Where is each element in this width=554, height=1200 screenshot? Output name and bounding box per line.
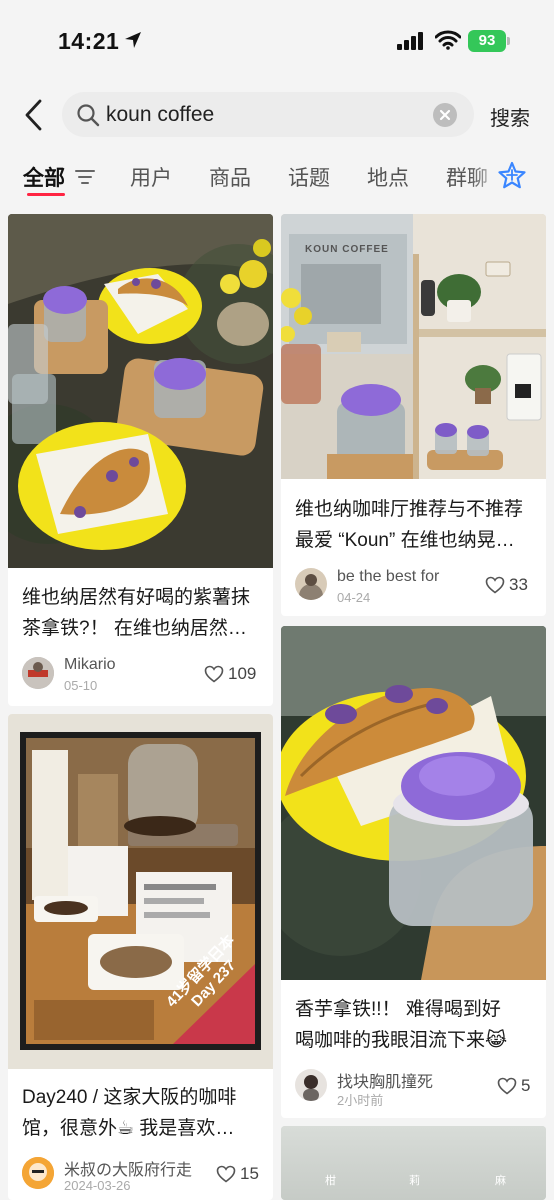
tab-places[interactable]: 地点 xyxy=(367,162,409,192)
avatar[interactable] xyxy=(295,1069,327,1101)
post-title-line: Day240 / 这家大阪的咖啡 xyxy=(22,1087,237,1108)
tab-users[interactable]: 用户 xyxy=(130,162,172,192)
post-card[interactable]: 柑 莉 麻 xyxy=(281,1126,546,1200)
post-title: Day240 / 这家大阪的咖啡 馆，很意外☕ 我是喜欢… xyxy=(22,1082,267,1144)
heart-outline-icon xyxy=(485,576,505,594)
post-date: 04-24 xyxy=(337,590,371,605)
post-title-line: 茶拿铁?！ 在维也纳居然… xyxy=(22,618,247,639)
like-count: 5 xyxy=(521,1076,531,1095)
heart-outline-icon xyxy=(497,1077,517,1095)
like-button[interactable]: 5 xyxy=(497,1076,530,1096)
post-title-line: 馆，很意外☕ 我是喜欢… xyxy=(22,1118,235,1139)
heart-outline-icon xyxy=(216,1165,236,1183)
search-bar[interactable] xyxy=(62,92,474,137)
category-tabs: 全部 用户 商品 话题 地点 群聊 xyxy=(0,150,554,202)
post-title-line: 维也纳居然有好喝的紫薯抹 xyxy=(22,587,251,608)
location-arrow-icon xyxy=(125,32,141,48)
post-image xyxy=(8,214,273,568)
avatar[interactable] xyxy=(295,568,327,600)
chevron-left-icon[interactable] xyxy=(22,98,46,132)
post-image: 41岁留学日本 Day 237 xyxy=(8,714,273,1069)
post-image: 柑 莉 麻 xyxy=(281,1126,546,1200)
vertical-text: 莉 xyxy=(409,1175,420,1187)
avatar[interactable] xyxy=(22,1157,54,1189)
battery-indicator: 93 xyxy=(468,30,506,52)
search-icon xyxy=(77,104,100,127)
wifi-icon xyxy=(435,30,461,50)
post-date: 2024-03-26 xyxy=(64,1178,131,1193)
tab-topics[interactable]: 话题 xyxy=(288,162,330,192)
heart-outline-icon xyxy=(204,665,224,683)
post-title-line: 维也纳咖啡厅推荐与不推荐 xyxy=(295,499,524,520)
vertical-text: 麻 xyxy=(495,1175,506,1187)
author-name[interactable]: 找块胸肌撞死 xyxy=(337,1068,433,1092)
search-results-screen: 14:21 93 搜索 全部 用户 商品 话题 地点 群聊 xyxy=(0,0,554,1200)
post-title: 维也纳居然有好喝的紫薯抹 茶拿铁?！ 在维也纳居然… xyxy=(22,582,267,644)
post-date: 05-10 xyxy=(64,678,98,693)
post-title-line: 最爱 “Koun” 在维也纳晃… xyxy=(295,530,515,551)
status-bar: 14:21 93 xyxy=(0,0,554,84)
tab-products[interactable]: 商品 xyxy=(209,162,251,192)
like-button[interactable]: 109 xyxy=(204,664,256,684)
post-title-line: 香芋拿铁!!！ 难得喝到好 xyxy=(295,999,501,1020)
search-button[interactable]: 搜索 xyxy=(490,102,530,131)
vertical-text: 柑 xyxy=(325,1175,336,1187)
store-sign: KOUN COFFEE xyxy=(305,244,389,255)
post-title-line: 喝咖啡的我眼泪流下来😹 xyxy=(295,1030,508,1051)
status-time: 14:21 xyxy=(58,28,120,54)
post-card[interactable]: 41岁留学日本 Day 237 Day240 / 这家大阪的咖啡 馆，很意外☕ … xyxy=(8,714,273,1200)
filter-icon[interactable] xyxy=(74,168,96,186)
author-name[interactable]: be the best for xyxy=(337,568,439,586)
like-button[interactable]: 33 xyxy=(485,575,528,595)
post-title: 香芋拿铁!!！ 难得喝到好 喝咖啡的我眼泪流下来😹 xyxy=(295,994,540,1056)
search-input[interactable] xyxy=(106,92,436,137)
post-card[interactable]: 维也纳居然有好喝的紫薯抹 茶拿铁?！ 在维也纳居然… Mikario 05-10… xyxy=(8,214,273,706)
battery-level: 93 xyxy=(478,32,496,49)
tab-all[interactable]: 全部 xyxy=(23,162,65,192)
like-count: 109 xyxy=(228,664,257,683)
post-card[interactable]: KOUN COFFEE 维也纳咖啡厅推荐与不推荐 最爱 “Koun” 在维也纳晃… xyxy=(281,214,546,616)
post-title: 维也纳咖啡厅推荐与不推荐 最爱 “Koun” 在维也纳晃… xyxy=(295,494,540,556)
like-count: 15 xyxy=(240,1164,259,1183)
clear-icon[interactable] xyxy=(433,103,457,127)
active-tab-indicator xyxy=(27,193,65,196)
battery-tip xyxy=(507,37,510,45)
post-card[interactable]: 香芋拿铁!!！ 难得喝到好 喝咖啡的我眼泪流下来😹 找块胸肌撞死 2小时前 5 xyxy=(281,626,546,1118)
sparkle-star-icon[interactable] xyxy=(496,160,528,192)
post-image: KOUN COFFEE xyxy=(281,214,546,479)
like-count: 33 xyxy=(509,575,528,594)
post-date: 2小时前 xyxy=(337,1093,384,1108)
like-button[interactable]: 15 xyxy=(216,1164,259,1184)
author-name[interactable]: 米叔の大阪府行走 xyxy=(64,1156,192,1180)
post-image xyxy=(281,626,546,980)
author-name[interactable]: Mikario xyxy=(64,656,116,674)
cellular-signal-icon xyxy=(397,32,423,50)
avatar[interactable] xyxy=(22,657,54,689)
